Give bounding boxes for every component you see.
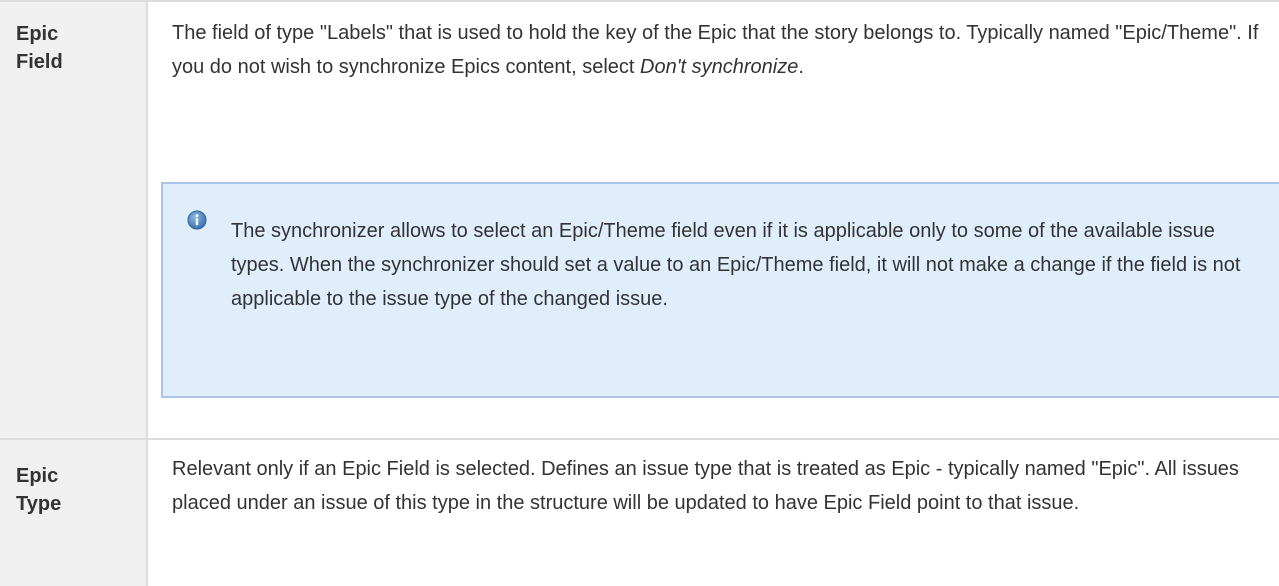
row-description: Relevant only if an Epic Field is select… — [172, 458, 1239, 514]
info-icon — [187, 210, 207, 230]
info-panel: The synchronizer allows to select an Epi… — [161, 182, 1279, 398]
info-text: The synchronizer allows to select an Epi… — [231, 220, 1241, 310]
config-table: Epic Field The field of type "Labels" th… — [0, 0, 1279, 586]
row-header: Epic Field — [0, 2, 148, 438]
row-header: Epic Type — [0, 440, 148, 586]
row-header-line: Type — [16, 493, 62, 515]
description-emphasis: Don't synchronize — [640, 56, 799, 78]
row-header-line: Epic — [16, 465, 59, 487]
row-header-line: Field — [16, 51, 63, 73]
table-row: Epic Type Relevant only if an Epic Field… — [0, 440, 1279, 586]
table-row: Epic Field The field of type "Labels" th… — [0, 0, 1279, 440]
description-text-end: . — [798, 56, 804, 78]
row-header-line: Epic — [16, 23, 59, 45]
